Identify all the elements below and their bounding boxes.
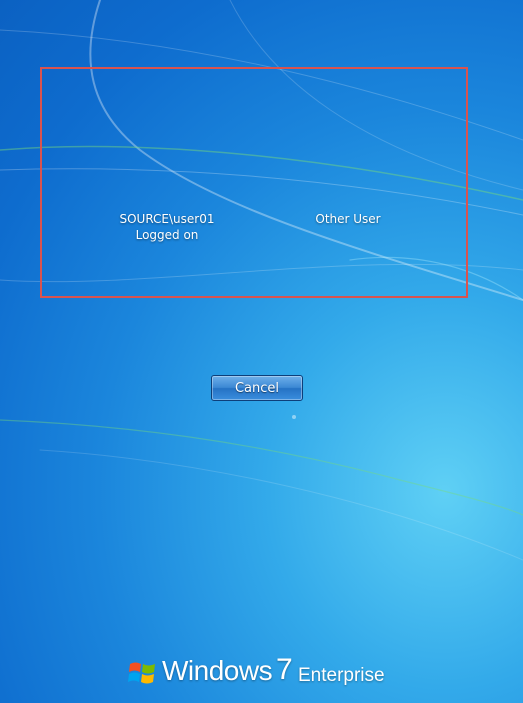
wallpaper-dot	[292, 415, 296, 419]
user-tile-other-user[interactable]: Other User	[278, 211, 418, 227]
brand-edition: Enterprise	[298, 665, 385, 686]
user-name: Other User	[315, 212, 381, 226]
user-tiles-highlight	[40, 67, 468, 298]
brand-version: 7	[276, 653, 293, 686]
cancel-button[interactable]: Cancel	[211, 375, 303, 401]
brand-word: Windows	[162, 655, 273, 686]
user-name: SOURCE\user01	[119, 212, 215, 226]
windows-flag-icon	[128, 662, 155, 684]
user-status: Logged on	[135, 228, 199, 242]
user-tile-source-user01[interactable]: SOURCE\user01 Logged on	[97, 211, 237, 243]
